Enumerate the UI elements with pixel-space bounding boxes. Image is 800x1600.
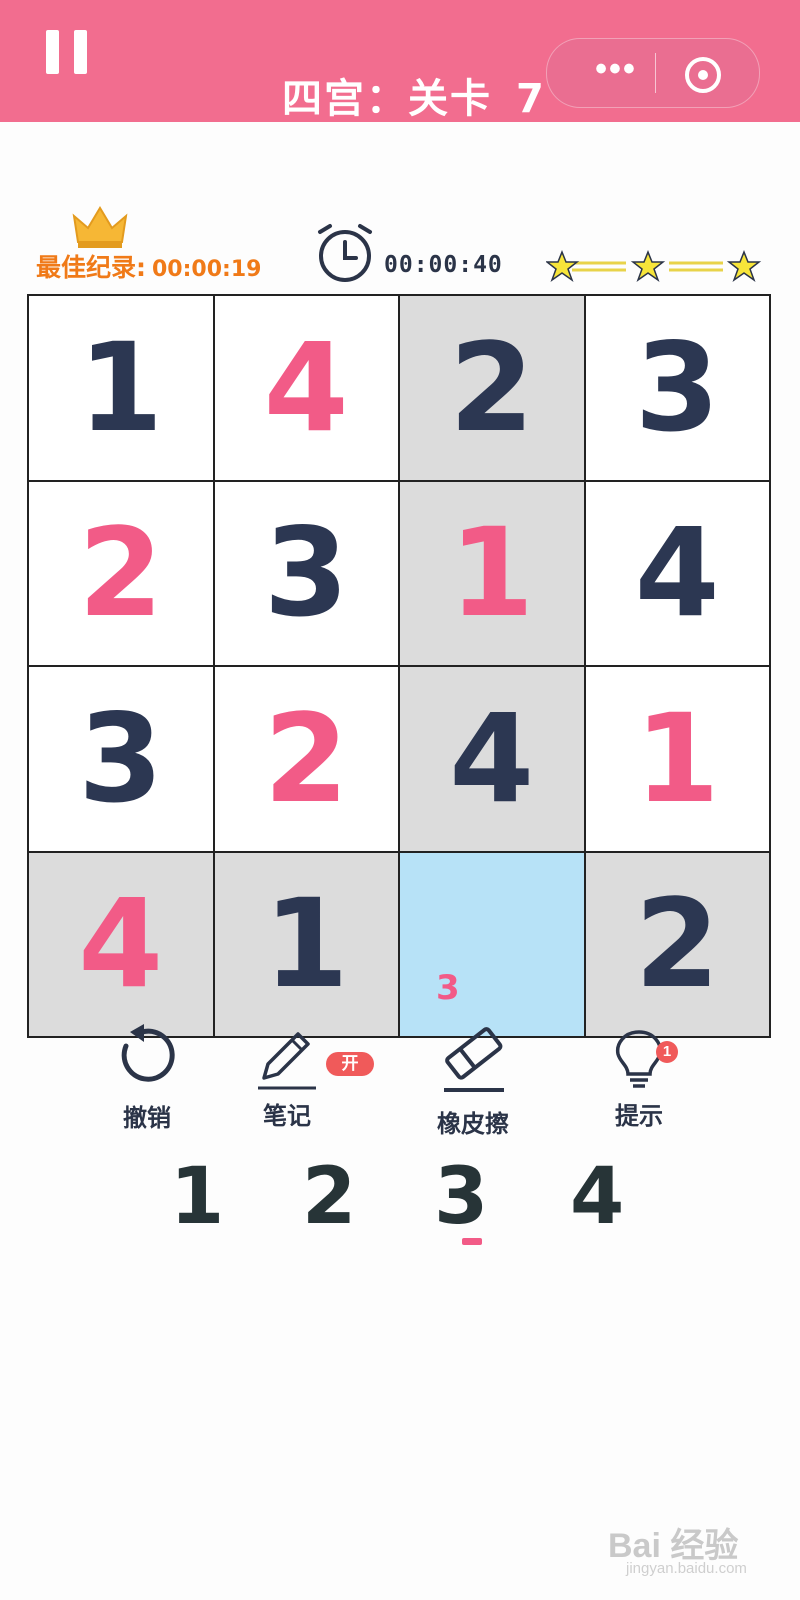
crown-icon — [72, 206, 128, 248]
number-key-2[interactable]: 2 — [302, 1152, 356, 1242]
cell-digit: 4 — [78, 873, 164, 1016]
cell-digit: 3 — [263, 502, 349, 645]
board-cell[interactable]: 3 — [585, 296, 769, 480]
cell-digit: 2 — [263, 687, 349, 830]
cell-digit: 2 — [78, 502, 164, 645]
cell-digit: 4 — [263, 316, 349, 459]
board-cell[interactable]: 2 — [400, 296, 584, 480]
alarm-clock-icon — [318, 224, 372, 282]
hint-label: 提示 — [615, 1102, 663, 1130]
cell-digit: 3 — [634, 316, 720, 459]
capsule-divider — [655, 53, 656, 93]
board-cell[interactable]: 4 — [214, 296, 398, 480]
undo-icon — [121, 1024, 175, 1082]
board-cell[interactable]: 4 — [585, 481, 769, 665]
cell-digit: 2 — [449, 316, 535, 459]
board-cell[interactable]: 2 — [585, 852, 769, 1036]
undo-button[interactable]: 撤销 — [112, 1022, 182, 1133]
eraser-label: 橡皮擦 — [437, 1110, 509, 1138]
title-text: 四宫：关卡 — [282, 76, 492, 122]
notes-label: 笔记 — [263, 1102, 311, 1130]
watermark-url: jingyan.baidu.com — [626, 1560, 747, 1577]
number-key-4[interactable]: 4 — [570, 1152, 624, 1242]
cell-note: 3 — [436, 968, 460, 1008]
close-target-button[interactable] — [685, 57, 721, 93]
cell-digit: 2 — [634, 873, 720, 1016]
board-cell[interactable]: 1 — [400, 481, 584, 665]
best-record-time: 00:00:19 — [152, 257, 262, 282]
board-cell[interactable]: 2 — [214, 667, 398, 851]
hint-count-badge: 1 — [656, 1041, 678, 1063]
undo-label: 撤销 — [123, 1104, 171, 1132]
cell-digit: 3 — [78, 687, 164, 830]
board-cell[interactable]: 1 — [585, 667, 769, 851]
star-rating — [546, 250, 762, 282]
cell-digit: 4 — [634, 502, 720, 645]
eraser-icon — [444, 1027, 504, 1092]
eraser-button[interactable]: 橡皮擦 — [428, 1022, 518, 1139]
pause-icon — [46, 30, 59, 74]
level-title: 四宫：关卡 7 — [282, 66, 546, 124]
best-record-label: 最佳纪录: — [36, 253, 146, 282]
pause-icon-bar — [74, 30, 87, 74]
selected-number-indicator — [462, 1238, 482, 1245]
board-cell[interactable]: 3 — [29, 667, 213, 851]
notes-button[interactable]: 笔记 — [252, 1026, 322, 1131]
cell-digit: 1 — [78, 316, 164, 459]
cell-digit: 1 — [449, 502, 535, 645]
elapsed-timer: 00:00:40 — [384, 252, 503, 278]
mini-program-capsule: ••• — [546, 38, 760, 108]
cell-digit: 1 — [634, 687, 720, 830]
number-key-1[interactable]: 1 — [170, 1152, 224, 1242]
pencil-icon — [258, 1032, 316, 1090]
star-icon — [546, 250, 580, 282]
board-cell[interactable]: 4 — [29, 852, 213, 1036]
more-menu-button[interactable]: ••• — [571, 52, 661, 86]
star-icon — [726, 250, 762, 282]
number-key-3[interactable]: 3 — [434, 1152, 488, 1242]
cell-digit: 1 — [263, 873, 349, 1016]
top-bar: 四宫：关卡 7 ••• — [0, 0, 800, 122]
level-number: 7 — [516, 76, 546, 122]
board-cell[interactable]: 1 — [29, 296, 213, 480]
board-cell[interactable]: 3 — [214, 481, 398, 665]
cell-digit: 4 — [449, 687, 535, 830]
star-icon — [630, 250, 666, 282]
board-cell-selected[interactable]: 3 — [400, 852, 584, 1036]
pause-button[interactable] — [46, 30, 90, 74]
board-cell[interactable]: 1 — [214, 852, 398, 1036]
board-cell[interactable]: 2 — [29, 481, 213, 665]
best-record: 最佳纪录: 00:00:19 — [36, 248, 261, 284]
sudoku-board: 1423231432414132 — [27, 294, 771, 1038]
notes-on-badge: 开 — [326, 1052, 374, 1076]
board-cell[interactable]: 4 — [400, 667, 584, 851]
